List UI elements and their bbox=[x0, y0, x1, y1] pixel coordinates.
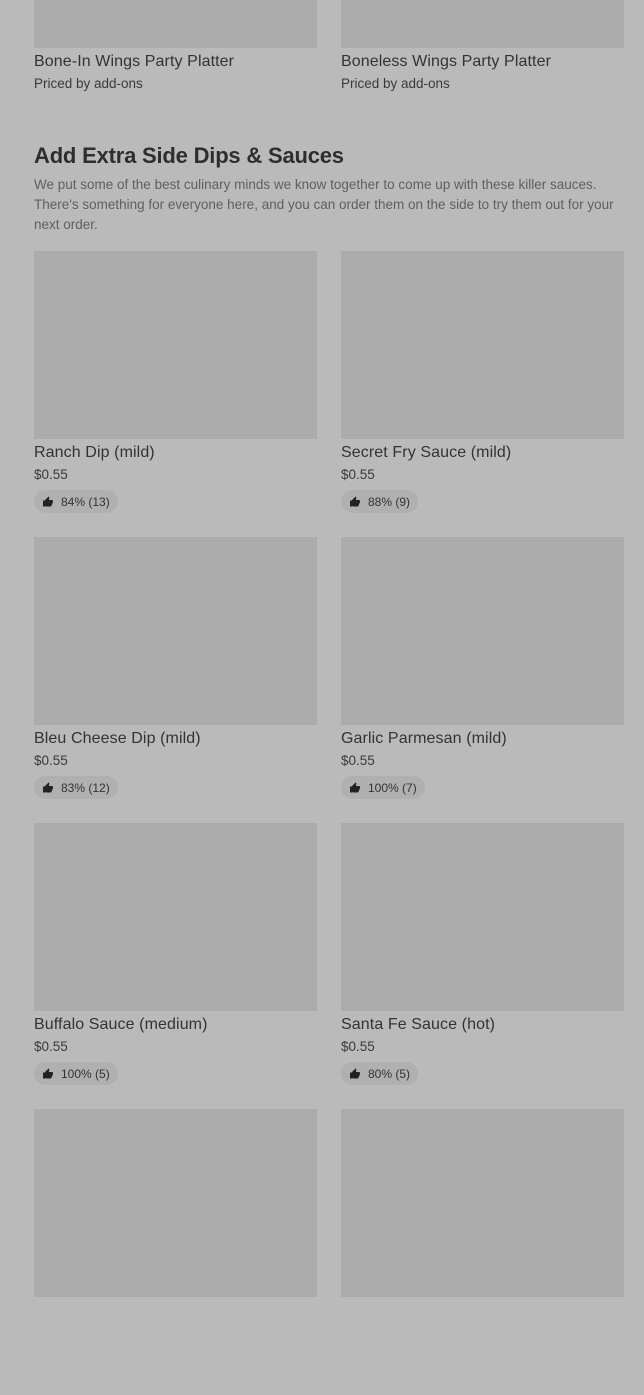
item-image[interactable] bbox=[34, 0, 317, 48]
menu-item-card[interactable]: Garlic Parmesan (mild) $0.55 100% (7) bbox=[341, 537, 624, 823]
rating-badge: 80% (5) bbox=[341, 1062, 419, 1085]
item-name: Bleu Cheese Dip (mild) bbox=[34, 730, 201, 747]
item-name: Boneless Wings Party Platter bbox=[341, 53, 551, 70]
thumbs-up-icon bbox=[43, 496, 53, 506]
item-price: $0.55 bbox=[341, 753, 375, 768]
item-image[interactable] bbox=[34, 1109, 317, 1297]
rating-text: 100% (7) bbox=[368, 780, 417, 795]
item-image[interactable] bbox=[341, 251, 624, 439]
item-image[interactable] bbox=[341, 823, 624, 1011]
item-name: Garlic Parmesan (mild) bbox=[341, 730, 507, 747]
rating-text: 83% (12) bbox=[61, 780, 110, 795]
thumbs-up-icon bbox=[350, 496, 360, 506]
rating-text: 84% (13) bbox=[61, 494, 110, 509]
item-name: Secret Fry Sauce (mild) bbox=[341, 444, 512, 461]
item-image[interactable] bbox=[34, 251, 317, 439]
item-name: Buffalo Sauce (medium) bbox=[34, 1016, 208, 1033]
menu-item-card[interactable]: Secret Fry Sauce (mild) $0.55 88% (9) bbox=[341, 251, 624, 537]
item-price: $0.55 bbox=[34, 753, 68, 768]
menu-item-card[interactable]: Santa Fe Sauce (hot) $0.55 80% (5) bbox=[341, 823, 624, 1109]
thumbs-up-icon bbox=[43, 782, 53, 792]
menu-item-card[interactable]: Boneless Wings Party Platter Priced by a… bbox=[341, 0, 624, 93]
item-image[interactable] bbox=[341, 0, 624, 48]
item-price: $0.55 bbox=[34, 467, 68, 482]
item-price: $0.55 bbox=[34, 1039, 68, 1054]
section-description: We put some of the best culinary minds w… bbox=[34, 177, 614, 232]
sauce-grid: Ranch Dip (mild) $0.55 84% (13) Secret F… bbox=[34, 251, 624, 1395]
menu-item-card[interactable] bbox=[34, 1109, 317, 1395]
item-image[interactable] bbox=[341, 537, 624, 725]
rating-badge: 84% (13) bbox=[34, 490, 118, 513]
rating-text: 88% (9) bbox=[368, 494, 411, 509]
menu-item-card[interactable]: Bleu Cheese Dip (mild) $0.55 83% (12) bbox=[34, 537, 317, 823]
rating-badge: 100% (7) bbox=[341, 776, 425, 799]
platter-grid: Bone-In Wings Party Platter Priced by ad… bbox=[34, 0, 624, 93]
item-name: Ranch Dip (mild) bbox=[34, 444, 155, 461]
thumbs-up-icon bbox=[350, 1068, 360, 1078]
menu-item-card[interactable]: Buffalo Sauce (medium) $0.55 100% (5) bbox=[34, 823, 317, 1109]
item-name: Santa Fe Sauce (hot) bbox=[341, 1016, 496, 1033]
item-image[interactable] bbox=[34, 823, 317, 1011]
item-price: $0.55 bbox=[341, 467, 375, 482]
rating-text: 100% (5) bbox=[61, 1066, 110, 1081]
section-title: Add Extra Side Dips & Sauces bbox=[34, 143, 344, 168]
item-price: Priced by add-ons bbox=[341, 76, 450, 91]
rating-badge: 88% (9) bbox=[341, 490, 419, 513]
rating-badge: 100% (5) bbox=[34, 1062, 118, 1085]
menu-item-card[interactable]: Ranch Dip (mild) $0.55 84% (13) bbox=[34, 251, 317, 537]
item-name: Bone-In Wings Party Platter bbox=[34, 53, 235, 70]
item-price: Priced by add-ons bbox=[34, 76, 143, 91]
menu-item-card[interactable] bbox=[341, 1109, 624, 1395]
rating-text: 80% (5) bbox=[368, 1066, 411, 1081]
thumbs-up-icon bbox=[350, 782, 360, 792]
item-image[interactable] bbox=[341, 1109, 624, 1297]
thumbs-up-icon bbox=[43, 1068, 53, 1078]
menu-item-card[interactable]: Bone-In Wings Party Platter Priced by ad… bbox=[34, 0, 317, 93]
item-price: $0.55 bbox=[341, 1039, 375, 1054]
rating-badge: 83% (12) bbox=[34, 776, 118, 799]
menu-content: Bone-In Wings Party Platter Priced by ad… bbox=[34, 0, 624, 1395]
item-image[interactable] bbox=[34, 537, 317, 725]
